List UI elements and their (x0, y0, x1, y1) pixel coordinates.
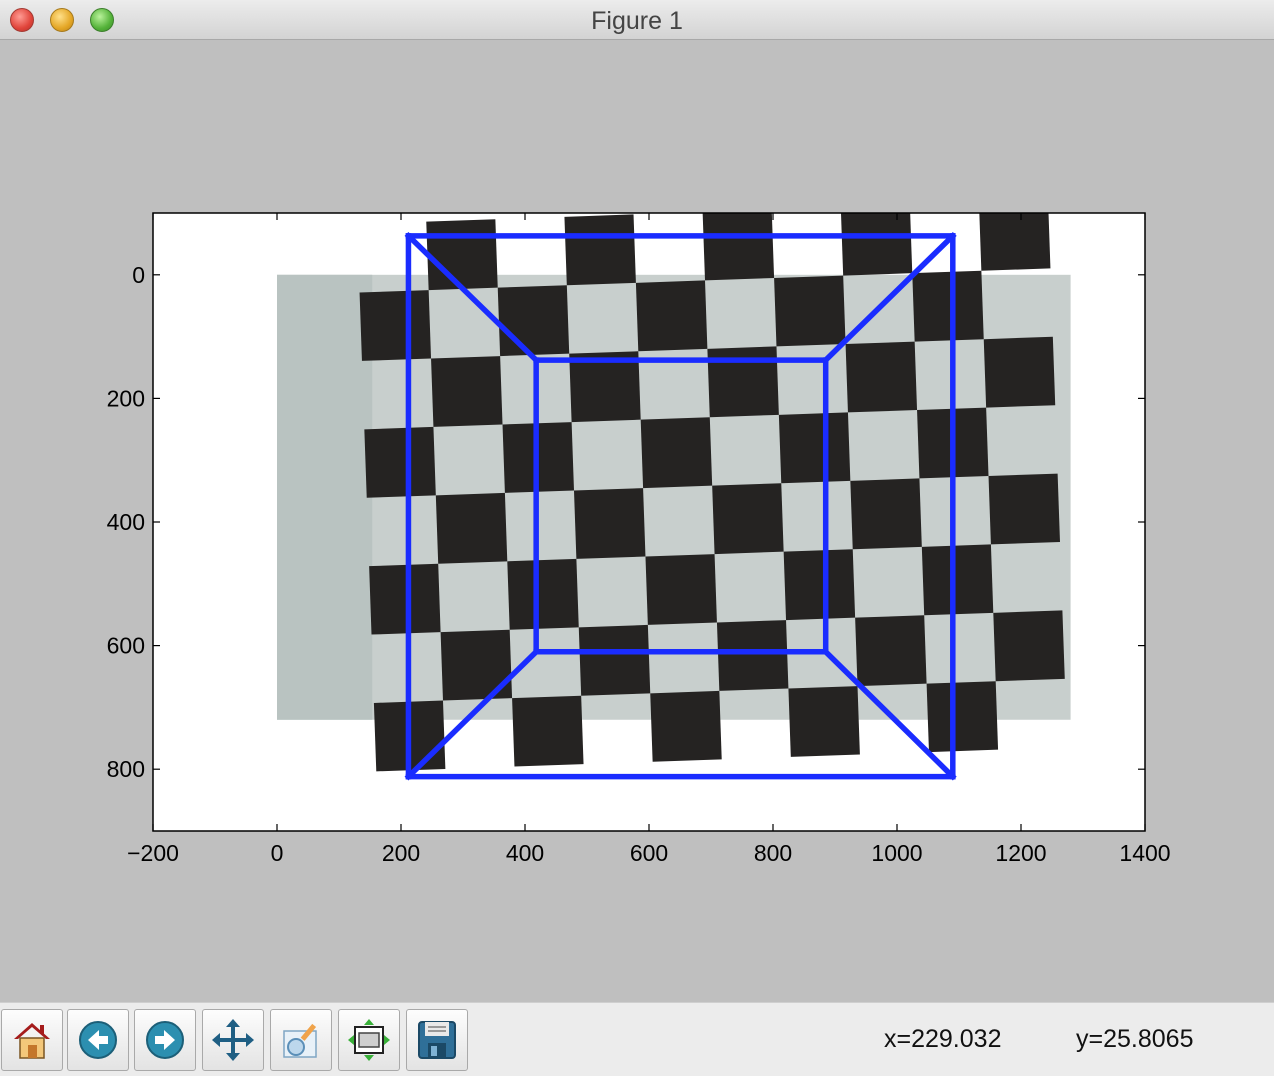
board-square (978, 213, 1051, 271)
home-button[interactable] (1, 1009, 63, 1071)
board-square (983, 336, 1056, 408)
y-tick-label: 400 (107, 509, 145, 535)
subplots-button[interactable] (338, 1009, 400, 1071)
board-square (840, 213, 913, 276)
pan-button[interactable] (202, 1009, 264, 1071)
window-titlebar: Figure 1 (0, 0, 1274, 40)
board-square (431, 356, 503, 427)
board-square (716, 620, 789, 691)
y-tick-label: 600 (107, 633, 145, 659)
board-square (707, 346, 779, 418)
y-tick-label: 800 (107, 756, 145, 782)
x-tick-label: −200 (127, 840, 179, 866)
forward-arrow-icon (146, 1021, 184, 1059)
x-tick-label: 1000 (871, 840, 922, 866)
board-square (512, 695, 584, 767)
board-square (993, 610, 1065, 682)
board-square (845, 341, 918, 413)
board-square (426, 219, 498, 291)
x-tick-labels: −200 0 200 400 600 800 1000 1200 1400 (127, 840, 1170, 866)
save-button[interactable] (406, 1009, 468, 1071)
board-square (369, 563, 441, 635)
board-square (359, 290, 432, 361)
board-square (635, 280, 708, 352)
board-square (921, 544, 994, 616)
board-square (788, 686, 860, 757)
zoom-button[interactable] (270, 1009, 332, 1071)
zoom-rect-icon (283, 1023, 317, 1058)
cursor-x-readout: x=229.032 (884, 1025, 1002, 1053)
board-square (573, 488, 646, 559)
y-tick-label: 200 (107, 385, 145, 411)
board-square (435, 492, 508, 564)
board-square (497, 285, 570, 357)
board-square (774, 275, 846, 347)
board-square (702, 213, 775, 281)
subplots-icon (348, 1019, 390, 1061)
board-square (912, 270, 984, 342)
forward-button[interactable] (134, 1009, 196, 1071)
board-square (712, 483, 784, 555)
x-tick-label: 1400 (1119, 840, 1170, 866)
board-square (507, 558, 579, 630)
board-square (850, 478, 922, 550)
x-tick-label: 0 (271, 840, 284, 866)
x-tick-label: 400 (506, 840, 544, 866)
cursor-y-readout: y=25.8065 (1076, 1025, 1194, 1053)
home-icon (14, 1023, 50, 1059)
figure-canvas[interactable]: −200 0 200 400 600 800 1000 1200 1400 0 200 400 600… (0, 40, 1274, 1002)
board-square (855, 615, 927, 687)
window-title: Figure 1 (591, 7, 683, 35)
plot-svg: −200 0 200 400 600 800 1000 1200 1400 0 200 400 600… (107, 212, 1171, 866)
board-square (440, 629, 513, 701)
move-arrows-icon (212, 1019, 254, 1061)
board-square (364, 426, 436, 498)
board-square (988, 473, 1060, 545)
x-tick-label: 800 (754, 840, 792, 866)
board-square (645, 554, 717, 625)
board-square (564, 214, 636, 286)
navigation-toolbar: x=229.032 y=25.8065 (0, 1002, 1274, 1076)
photo-left-shade (277, 274, 373, 720)
board-square (778, 412, 851, 484)
board-square (926, 681, 999, 753)
y-tick-label: 0 (132, 262, 145, 288)
board-square (783, 549, 856, 621)
x-tick-label: 600 (630, 840, 668, 866)
board-square (640, 417, 713, 489)
floppy-disk-icon (418, 1021, 456, 1059)
back-button[interactable] (67, 1009, 129, 1071)
back-arrow-icon (79, 1021, 117, 1059)
board-square (650, 690, 722, 762)
y-tick-labels: 0 200 400 600 800 (107, 262, 145, 782)
x-tick-label: 1200 (995, 840, 1046, 866)
board-square (578, 624, 651, 696)
x-tick-label: 200 (382, 840, 420, 866)
